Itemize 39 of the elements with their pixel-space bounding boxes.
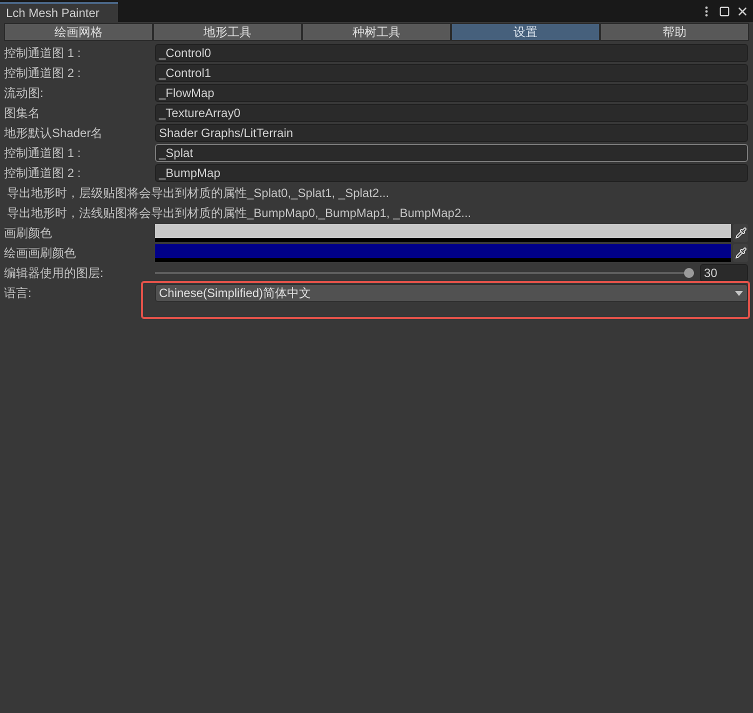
field-label: 语言: <box>4 285 32 302</box>
slider-thumb[interactable] <box>684 268 694 278</box>
field-label: 编辑器使用的图层: <box>4 265 104 282</box>
color-field[interactable] <box>155 224 731 242</box>
field-label: 控制通道图 1 : <box>4 45 82 62</box>
info-text: 导出地形时，法线贴图将会导出到材质的属性_BumpMap0,_BumpMap1, _BumpMap2... <box>7 205 472 222</box>
text-field[interactable]: _FlowMap <box>155 84 748 102</box>
text-field[interactable]: _Splat <box>155 144 748 162</box>
text-field[interactable]: _TextureArray0 <box>155 104 748 122</box>
tab[interactable]: 绘画网格 <box>4 23 153 41</box>
eyedropper-icon <box>734 227 746 239</box>
tab[interactable]: 设置 <box>451 23 600 41</box>
field-label: 画刷颜色 <box>4 225 53 242</box>
tab[interactable]: 种树工具 <box>302 23 451 41</box>
text-field[interactable]: _BumpMap <box>155 164 748 182</box>
eyedropper-icon <box>734 247 746 259</box>
maximize-icon[interactable] <box>719 6 730 16</box>
tab[interactable]: 地形工具 <box>153 23 302 41</box>
field-label: 控制通道图 1 : <box>4 145 82 162</box>
eyedropper-button[interactable] <box>733 224 748 242</box>
text-field[interactable]: Shader Graphs/LitTerrain <box>155 124 748 142</box>
info-text: 导出地形时，层级贴图将会导出到材质的属性_Splat0,_Splat1, _Splat2... <box>7 185 390 202</box>
caret-icon <box>735 290 743 296</box>
number-field[interactable]: 30 <box>700 264 748 282</box>
text-field[interactable]: _Control1 <box>155 64 748 82</box>
eyedropper-button[interactable] <box>733 244 748 262</box>
field-label: 绘画画刷颜色 <box>4 245 77 262</box>
field-label: 控制通道图 2 : <box>4 65 82 82</box>
window-tab[interactable]: Lch Mesh Painter <box>0 2 118 22</box>
language-dropdown[interactable]: Chinese(Simplified)简体中文 <box>155 284 748 302</box>
field-label: 地形默认Shader名 <box>4 125 104 142</box>
field-label: 流动图: <box>4 85 44 102</box>
tab[interactable]: 帮助 <box>600 23 749 41</box>
slider-track[interactable] <box>155 268 694 278</box>
field-label: 控制通道图 2 : <box>4 165 82 182</box>
text-field[interactable]: _Control0 <box>155 44 748 62</box>
color-field[interactable] <box>155 244 731 262</box>
close-icon[interactable] <box>736 4 749 18</box>
field-label: 图集名 <box>4 105 41 122</box>
